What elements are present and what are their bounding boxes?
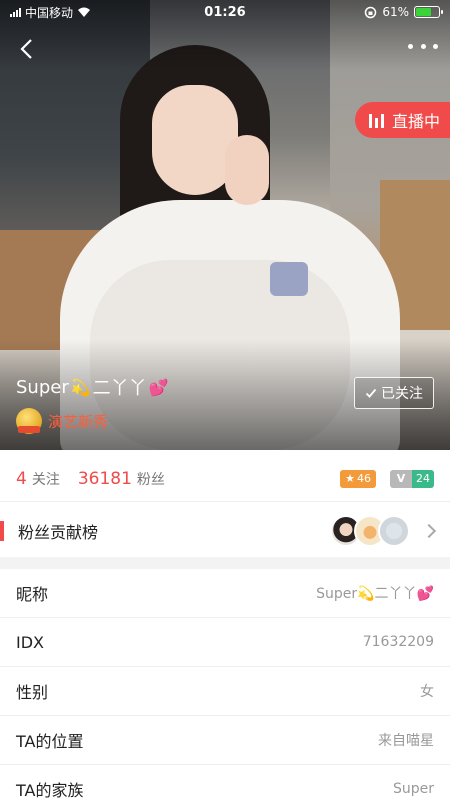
info-value: Super — [392, 781, 434, 797]
section-divider — [0, 557, 450, 569]
contributor-avatars — [330, 515, 410, 547]
info-row-idx: IDX 71632209 — [0, 618, 450, 667]
accent-bar — [0, 521, 4, 541]
v-icon: V — [390, 469, 412, 488]
profile-name: Super 💫 二丫丫 💕 — [16, 374, 169, 400]
chevron-right-icon — [421, 523, 437, 539]
profile-info-list: 昵称 Super💫二丫丫💕 IDX 71632209 性别 女 TA的位置 来自… — [0, 569, 450, 800]
live-badge-label: 直播中 — [391, 112, 440, 131]
rotation-lock-icon — [365, 6, 377, 18]
wifi-icon — [78, 7, 91, 17]
info-label: 性别 — [16, 683, 49, 702]
following-label[interactable]: 关注 — [32, 469, 60, 489]
star-level-value: 46 — [357, 472, 371, 485]
profile-page: 中国移动 01:26 61% 直播中 Super � — [0, 0, 450, 800]
info-value: 来自喵星 — [378, 733, 434, 749]
info-row-family[interactable]: TA的家族 Super — [0, 765, 450, 800]
more-button[interactable] — [408, 36, 438, 56]
stats-row: 4 关注 36181 粉丝 ★ 46 V 24 — [0, 456, 450, 502]
info-label: TA的位置 — [16, 732, 84, 751]
back-button[interactable] — [14, 36, 40, 62]
info-value: 女 — [420, 684, 434, 700]
v-level-badge: V 24 — [390, 469, 434, 488]
fans-count[interactable]: 36181 — [78, 469, 132, 489]
info-value: Super💫二丫丫💕 — [316, 586, 434, 602]
following-count[interactable]: 4 — [16, 469, 27, 489]
fan-contribution-label: 粉丝贡献榜 — [18, 523, 99, 542]
battery-percent: 61% — [382, 5, 409, 19]
info-row-location: TA的位置 来自喵星 — [0, 716, 450, 765]
more-dots-icon — [408, 43, 413, 49]
info-label: IDX — [16, 632, 44, 652]
live-badge[interactable]: 直播中 — [354, 102, 450, 138]
profile-name-suffix: 二丫丫 — [92, 378, 147, 399]
medal-icon — [16, 408, 42, 434]
chevron-left-icon — [20, 39, 32, 59]
followed-button[interactable]: 已关注 — [354, 377, 434, 409]
talent-badge: 演艺新秀 — [16, 408, 108, 434]
info-row-nickname: 昵称 Super💫二丫丫💕 — [0, 569, 450, 618]
info-row-gender: 性别 女 — [0, 667, 450, 716]
info-label: 昵称 — [16, 585, 49, 604]
fan-contribution-row[interactable]: 粉丝贡献榜 — [0, 507, 450, 555]
fans-label[interactable]: 粉丝 — [137, 469, 165, 489]
signal-icon — [10, 7, 21, 17]
star-level-badge: ★ 46 — [340, 469, 376, 488]
star-icon: ★ — [345, 472, 355, 485]
checkmark-icon — [365, 388, 377, 398]
info-label: TA的家族 — [16, 781, 84, 800]
battery-icon — [414, 6, 443, 18]
profile-name-text: Super — [16, 376, 69, 398]
carrier-name: 中国移动 — [25, 5, 74, 20]
sparkle-emoji-icon: 💫 — [70, 377, 91, 397]
status-bar: 中国移动 01:26 61% — [0, 0, 450, 24]
info-value: 71632209 — [362, 634, 434, 650]
avatar — [378, 515, 410, 547]
followed-label: 已关注 — [381, 386, 423, 402]
v-level-value: 24 — [412, 469, 434, 488]
hearts-emoji-icon: 💕 — [148, 377, 169, 397]
live-bars-icon — [368, 112, 384, 128]
talent-label: 演艺新秀 — [48, 412, 109, 431]
